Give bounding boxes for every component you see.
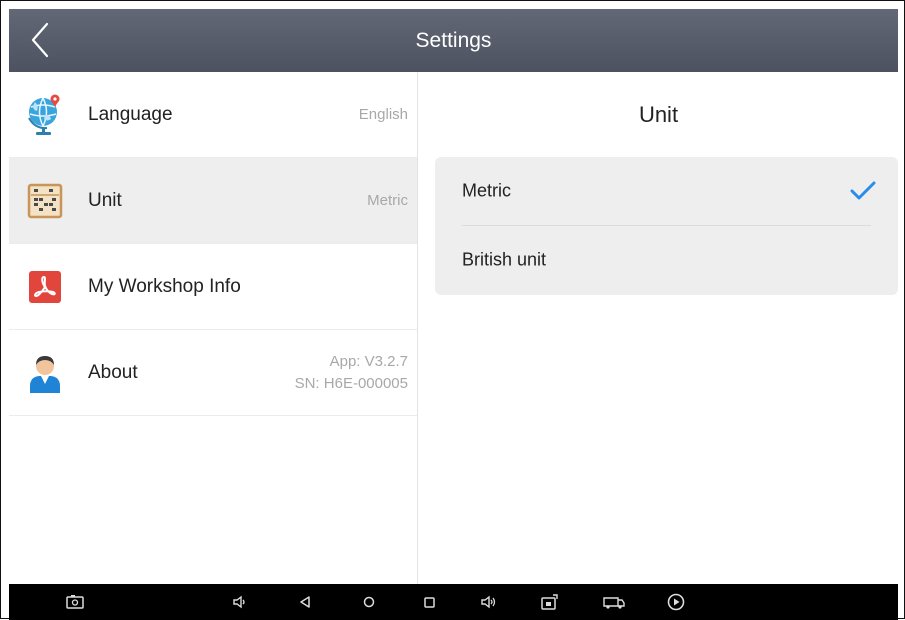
vci-icon [541, 594, 558, 610]
volume-down-icon [233, 595, 245, 609]
app-screen: Settings Language English Unit Metric My… [9, 9, 898, 620]
nav-home-button[interactable] [354, 584, 384, 620]
serial-number: SN: H6E-000005 [294, 374, 408, 392]
screenshot-button[interactable] [60, 584, 90, 620]
truck-icon [603, 597, 625, 609]
play-button[interactable] [661, 584, 691, 620]
vehicle-button[interactable] [599, 584, 629, 620]
device-frame: Settings Language English Unit Metric My… [0, 0, 905, 620]
nav-recents-button[interactable] [414, 584, 444, 620]
option-british-unit[interactable]: British unit [435, 226, 898, 294]
globe-icon [25, 94, 65, 135]
volume-down-button[interactable] [225, 584, 255, 620]
about-info: App: V3.2.7 SN: H6E-000005 [295, 351, 408, 395]
vci-button[interactable] [534, 584, 564, 620]
settings-list: Language English Unit Metric My Workshop… [9, 72, 418, 584]
recent-apps-icon [423, 596, 435, 608]
home-nav-icon [363, 596, 375, 608]
volume-up-icon [481, 595, 496, 609]
user-icon [25, 353, 65, 393]
title-bar: Settings [9, 9, 898, 72]
option-metric[interactable]: Metric [435, 157, 898, 225]
unit-value: Metric [367, 191, 408, 209]
play-icon [667, 593, 685, 611]
panel-title: Unit [638, 102, 679, 127]
volume-up-button[interactable] [474, 584, 504, 620]
menu-item-label: About [88, 361, 138, 383]
menu-item-label: My Workshop Info [88, 275, 241, 297]
app-version: App: V3.2.7 [329, 352, 408, 370]
menu-item-workshop-info[interactable]: My Workshop Info [9, 244, 417, 330]
back-nav-icon [300, 596, 310, 608]
screenshot-icon [66, 595, 84, 609]
abacus-icon [25, 181, 65, 221]
option-label: British unit [462, 249, 547, 270]
option-label: Metric [462, 180, 511, 201]
menu-item-about[interactable]: About App: V3.2.7 SN: H6E-000005 [9, 330, 417, 416]
language-value: English [358, 105, 408, 123]
menu-item-unit[interactable]: Unit Metric [9, 158, 417, 244]
unit-options: Metric British unit [435, 157, 898, 295]
menu-item-label: Language [88, 103, 173, 125]
system-nav-bar [9, 584, 898, 620]
menu-item-language[interactable]: Language English [9, 72, 417, 158]
pdf-icon [25, 267, 65, 307]
unit-detail-panel: Unit Metric British unit [419, 72, 898, 584]
nav-back-button[interactable] [290, 584, 320, 620]
checkmark-icon [850, 181, 876, 200]
page-title: Settings [415, 28, 492, 52]
menu-item-label: Unit [88, 189, 122, 211]
